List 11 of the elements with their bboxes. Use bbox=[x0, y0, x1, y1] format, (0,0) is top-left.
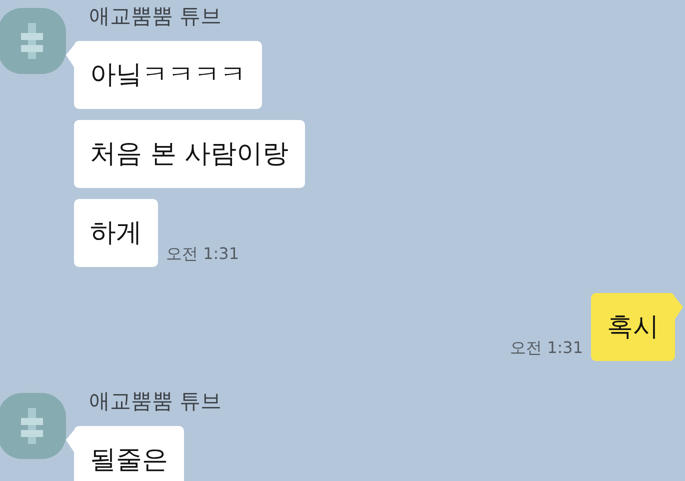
avatar-icon bbox=[0, 8, 66, 74]
message-bubble: 하게 bbox=[74, 199, 158, 267]
message-bubble: 처음 본 사람이랑 bbox=[74, 120, 305, 188]
sender-name: 애교뿜뿜 튜브 bbox=[89, 388, 222, 415]
sender-name: 애교뿜뿜 튜브 bbox=[89, 3, 223, 30]
message-bubble: 아닠ㅋㅋㅋㅋ bbox=[74, 41, 262, 109]
avatar-icon bbox=[0, 393, 66, 459]
message-time: 오전 1:31 bbox=[166, 244, 240, 265]
message-bubble: 될줄은 bbox=[74, 426, 184, 481]
message-bubble: 혹시 bbox=[591, 293, 675, 361]
message-time: 오전 1:31 bbox=[510, 338, 583, 359]
